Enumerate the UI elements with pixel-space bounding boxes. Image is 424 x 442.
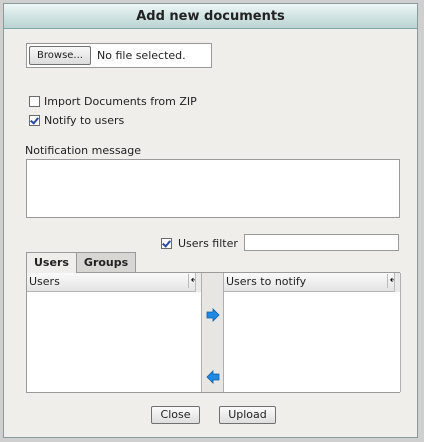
notify-users-checkbox[interactable] — [29, 114, 40, 126]
file-chooser[interactable]: Browse... No file selected. — [26, 43, 212, 68]
users-to-notify-list[interactable]: Users to notify ↔ — [223, 273, 401, 392]
users-header-label: Users — [29, 275, 60, 288]
dialog-title: Add new documents — [4, 4, 417, 29]
users-list[interactable]: Users ↔ — [27, 273, 202, 392]
users-panel: Users ↔ Users to notify ↔ — [26, 272, 401, 393]
arrow-left-icon[interactable] — [206, 370, 220, 384]
users-filter-option[interactable]: Users filter — [161, 236, 238, 250]
tab-groups[interactable]: Groups — [75, 252, 137, 272]
import-zip-label: Import Documents from ZIP — [44, 94, 197, 108]
browse-button[interactable]: Browse... — [29, 46, 91, 65]
user-group-tabs: Users Groups — [26, 252, 137, 273]
users-filter-input[interactable] — [244, 234, 399, 251]
arrow-right-icon[interactable] — [206, 308, 220, 322]
close-button[interactable]: Close — [151, 406, 200, 424]
scrollbar[interactable] — [394, 273, 400, 292]
scrollbar[interactable] — [195, 273, 201, 292]
users-to-notify-column-header[interactable]: Users to notify — [224, 273, 400, 292]
users-column-header[interactable]: Users — [27, 273, 201, 292]
users-filter-checkbox[interactable] — [161, 237, 172, 249]
file-status-text: No file selected. — [97, 49, 186, 62]
import-zip-checkbox[interactable] — [29, 95, 40, 107]
notify-users-option[interactable]: Notify to users — [29, 113, 124, 127]
add-documents-dialog: Add new documents Browse... No file sele… — [3, 3, 418, 438]
users-filter-label: Users filter — [178, 236, 238, 250]
import-zip-option[interactable]: Import Documents from ZIP — [29, 94, 197, 108]
notify-users-label: Notify to users — [44, 113, 125, 127]
notification-message-label: Notification message — [25, 144, 142, 157]
tab-users[interactable]: Users — [26, 252, 77, 273]
notification-message-textarea[interactable] — [26, 159, 400, 218]
upload-button[interactable]: Upload — [219, 406, 276, 424]
users-to-notify-header-label: Users to notify — [226, 275, 307, 288]
